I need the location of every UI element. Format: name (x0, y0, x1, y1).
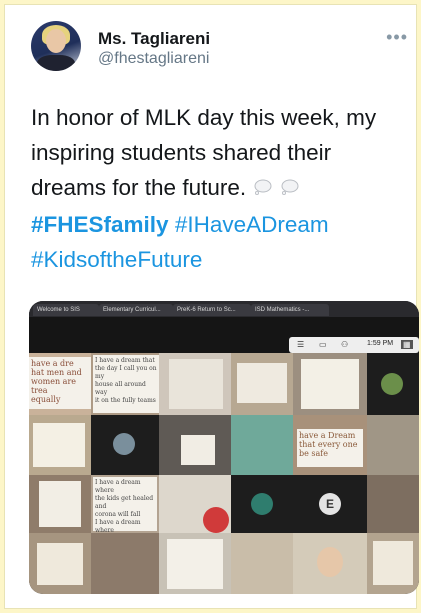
view-icon: ▦ (401, 340, 413, 349)
meeting-toolbar: ☰ ▭ ⚇ 1:59 PM ▦ (289, 337, 419, 353)
note-text: I have a dream where the kids get healed… (93, 477, 157, 533)
thought-balloon-icon (254, 172, 272, 207)
video-tile (29, 415, 91, 475)
note-text: I have a dream that the day I call you o… (93, 355, 159, 413)
paper-sheet (33, 423, 85, 467)
video-tile (91, 533, 159, 594)
more-horizontal-icon[interactable]: ••• (386, 27, 408, 48)
video-tile (231, 415, 293, 475)
participant-avatar (381, 373, 403, 395)
paper-sheet (167, 539, 223, 589)
video-tile (231, 475, 293, 533)
participant-object (203, 507, 229, 533)
video-tile (29, 475, 91, 533)
thought-balloon-icon (281, 172, 299, 207)
video-tile (231, 353, 293, 415)
participant-avatar (251, 493, 273, 515)
video-tile (159, 415, 231, 475)
hashtag-link[interactable]: #FHESfamily (31, 212, 169, 237)
browser-tab-bar: Welcome to SIS Elementary Curricul... Pr… (29, 301, 419, 317)
tweet-body: In honor of MLK day this week, my inspir… (31, 105, 377, 200)
video-tile (159, 353, 231, 415)
participants-icon: ☰ (297, 340, 305, 349)
note-text: have a Dream that every one be safe (297, 429, 363, 467)
video-tile (367, 533, 419, 594)
student-face (317, 547, 343, 577)
video-tile (91, 415, 159, 475)
video-grid: have a dre hat men and women are trea eq… (29, 353, 419, 594)
video-tile: I have a dream where the kids get healed… (91, 475, 159, 533)
avatar-shirt (37, 55, 75, 71)
meeting-time: 1:59 PM (367, 340, 394, 347)
paper-sheet (169, 359, 223, 409)
video-tile (231, 533, 293, 594)
note-text: have a dre hat men and women are trea eq… (29, 357, 91, 409)
hashtag-link[interactable]: #IHaveADream (175, 212, 329, 237)
paper-sheet (237, 363, 287, 403)
video-tile (159, 533, 231, 594)
paper-sheet (39, 481, 81, 527)
video-tile (367, 475, 419, 533)
hashtag-link[interactable]: #KidsoftheFuture (31, 247, 202, 272)
video-tile (293, 353, 367, 415)
tweet-card: Ms. Tagliareni @fhestagliareni ••• In ho… (4, 4, 419, 609)
paper-sheet (181, 435, 215, 465)
video-tile (29, 533, 91, 594)
browser-tab: Elementary Curricul... (99, 304, 173, 316)
participant-initial-avatar: E (319, 493, 341, 515)
tweet-media-image[interactable]: Welcome to SIS Elementary Curricul... Pr… (29, 301, 419, 594)
video-tile: E (293, 475, 367, 533)
video-tile (367, 415, 419, 475)
paper-sheet (301, 359, 359, 409)
video-tile (367, 353, 419, 415)
avatar[interactable] (31, 21, 81, 71)
author-name[interactable]: Ms. Tagliareni (98, 29, 210, 49)
video-tile: I have a dream that the day I call you o… (91, 353, 159, 415)
tweet-text: In honor of MLK day this week, my inspir… (31, 100, 401, 277)
share-icon: ⚇ (341, 340, 349, 349)
video-tile: have a Dream that every one be safe (293, 415, 367, 475)
paper-sheet (37, 543, 83, 585)
video-tile (293, 533, 367, 594)
author-handle[interactable]: @fhestagliareni (98, 50, 209, 68)
browser-tab: PreK-6 Return to Sc... (173, 304, 251, 316)
chat-icon: ▭ (319, 340, 327, 349)
video-tile (159, 475, 231, 533)
browser-tab: Welcome to SIS (33, 304, 99, 316)
participant-avatar (113, 433, 135, 455)
video-tile: have a dre hat men and women are trea eq… (29, 353, 91, 415)
paper-sheet (373, 541, 413, 585)
browser-tab: ISD Mathematics -... (251, 304, 329, 316)
avatar-face (46, 29, 66, 53)
